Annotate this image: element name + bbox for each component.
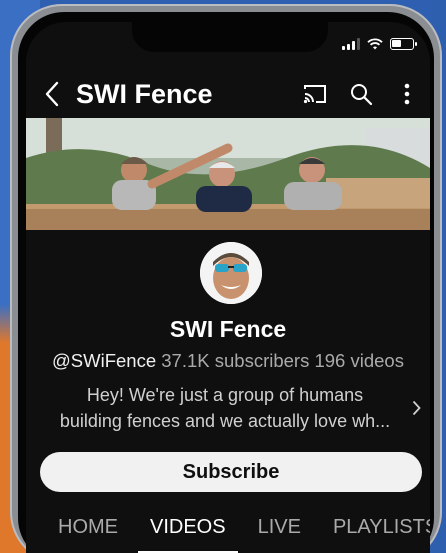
status-bar — [342, 38, 417, 50]
battery-icon — [390, 38, 417, 50]
app-screen: SWI Fence SWI Fence @SWiFence 37.1K subs… — [26, 22, 430, 553]
channel-stats: @SWiFence 37.1K subscribers 196 videos — [26, 350, 430, 372]
search-button[interactable] — [344, 77, 378, 111]
description-line: building fences and we actually love wh.… — [59, 411, 391, 431]
channel-handle: @SWiFence — [52, 350, 157, 371]
subscriber-count: 37.1K subscribers — [161, 350, 310, 371]
avatar-image — [200, 242, 262, 304]
cast-icon — [303, 85, 326, 104]
wifi-icon — [367, 38, 383, 50]
channel-banner — [26, 118, 430, 230]
description-line: Hey! We're just a group of humans — [86, 385, 364, 405]
signal-icon — [342, 38, 360, 50]
description-expand[interactable] — [406, 398, 426, 418]
cast-button[interactable] — [298, 77, 332, 111]
back-button[interactable] — [32, 74, 72, 114]
tab-home[interactable]: HOME — [58, 510, 118, 553]
banner-image — [26, 118, 430, 230]
back-arrow-icon — [45, 81, 59, 107]
more-options-button[interactable] — [390, 77, 424, 111]
channel-tabs: HOME VIDEOS LIVE PLAYLISTS — [26, 510, 430, 553]
channel-avatar[interactable] — [200, 242, 262, 304]
more-vertical-icon — [404, 83, 410, 105]
search-icon — [351, 84, 373, 106]
video-count: 196 videos — [314, 350, 404, 371]
tab-live[interactable]: LIVE — [258, 510, 301, 553]
notch — [132, 22, 328, 52]
subscribe-button[interactable]: Subscribe — [40, 452, 422, 492]
channel-name: SWI Fence — [169, 316, 287, 342]
tab-playlists[interactable]: PLAYLISTS — [333, 510, 430, 553]
page-title: SWI Fence — [76, 78, 213, 109]
chevron-right-icon — [412, 400, 421, 416]
channel-description[interactable]: Hey! We're just a group of humans buildi… — [40, 382, 410, 434]
tab-videos[interactable]: VIDEOS — [138, 510, 238, 553]
top-app-bar: SWI Fence — [26, 74, 430, 114]
